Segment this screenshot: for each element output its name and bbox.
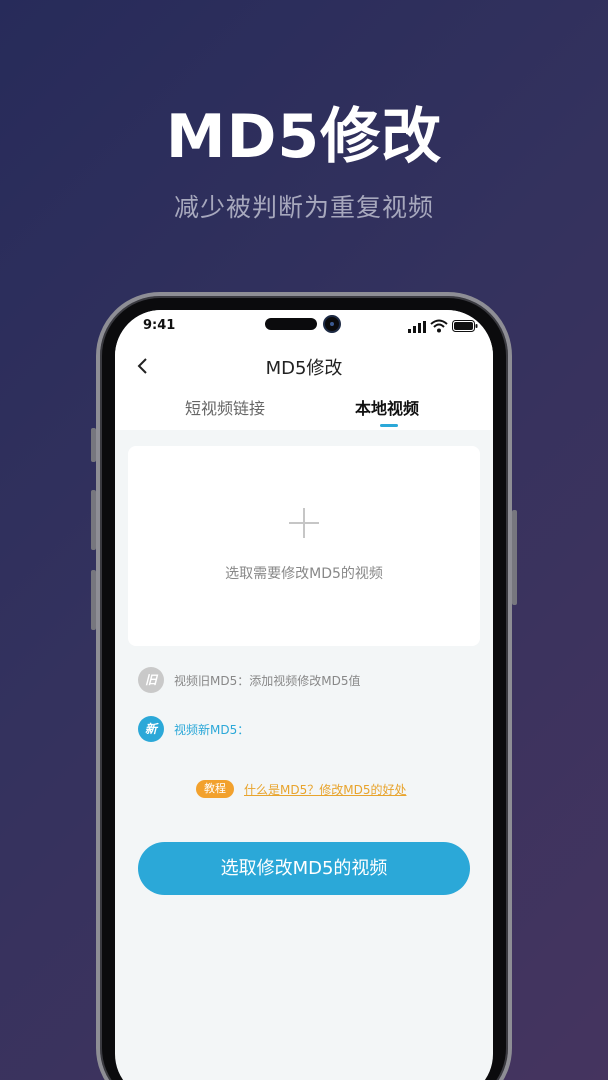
tutorial-tag: 教程	[196, 780, 234, 798]
status-bar: 9:41	[115, 310, 493, 344]
signal-icon	[408, 321, 426, 333]
old-badge-icon: 旧	[138, 667, 164, 693]
plus-icon[interactable]	[289, 508, 319, 538]
old-md5-label: 视频旧MD5：添加视频修改MD5值	[174, 674, 361, 688]
tab-short-video-link[interactable]: 短视频链接	[185, 395, 265, 419]
page-title: MD5修改	[265, 358, 343, 379]
new-badge-icon: 新	[138, 716, 164, 742]
notch	[265, 318, 317, 330]
side-button	[91, 428, 96, 462]
side-button	[91, 570, 96, 630]
battery-icon	[452, 320, 478, 332]
nav-bar: MD5修改	[115, 344, 493, 388]
camera	[323, 315, 341, 333]
old-md5-row: 旧 视频旧MD5：添加视频修改MD5值	[138, 667, 388, 693]
upload-hint: 选取需要修改MD5的视频	[225, 566, 383, 582]
wifi-icon	[430, 319, 448, 333]
status-time: 9:41	[143, 318, 176, 333]
side-button	[512, 510, 517, 605]
new-md5-row: 新 视频新MD5：	[138, 716, 388, 742]
promo-title: MD5修改	[165, 102, 443, 172]
upload-card[interactable]: 选取需要修改MD5的视频	[128, 446, 480, 646]
select-video-button[interactable]: 选取修改MD5的视频	[138, 842, 470, 895]
active-tab-indicator	[380, 424, 398, 427]
promo-subtitle: 减少被判断为重复视频	[173, 193, 434, 222]
tab-local-video[interactable]: 本地视频	[355, 395, 419, 419]
new-md5-label: 视频新MD5：	[174, 723, 250, 737]
side-button	[91, 490, 96, 550]
phone-screen: 9:41 MD5修改 短视频链接 本地视频 选取需要修改MD5的视频 旧 视频旧…	[115, 310, 493, 1080]
tab-bar: 短视频链接 本地视频	[115, 388, 493, 430]
tutorial-link[interactable]: 什么是MD5？修改MD5的好处	[244, 781, 406, 798]
